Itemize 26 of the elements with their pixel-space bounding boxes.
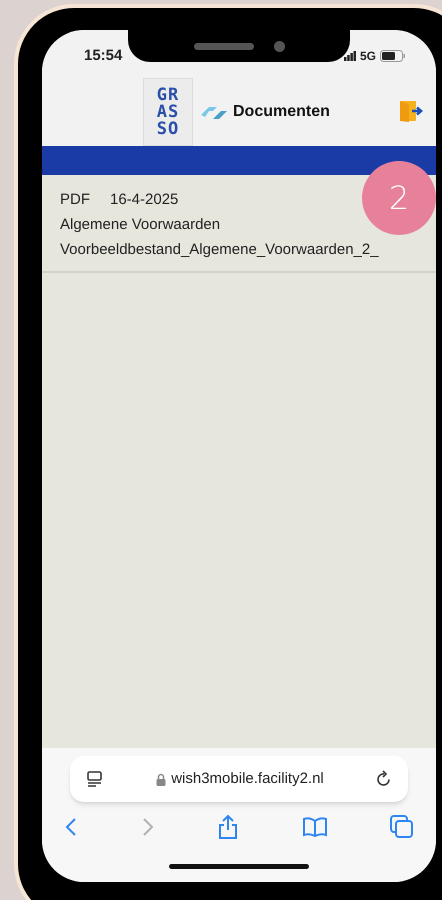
reload-icon[interactable] — [376, 770, 392, 788]
back-icon[interactable] — [64, 817, 78, 837]
lock-icon — [156, 772, 166, 786]
status-time: 15:54 — [84, 46, 122, 66]
speaker-grille — [194, 42, 254, 50]
step-number-badge: 2 — [362, 161, 436, 235]
forward-icon[interactable] — [140, 817, 154, 837]
logo-text: GR — [156, 86, 180, 104]
bookmarks-icon[interactable] — [302, 817, 328, 837]
logo-text: SO — [156, 120, 180, 138]
address-bar[interactable]: wish3mobile.facility2.nl — [70, 756, 408, 802]
share-icon[interactable] — [217, 814, 239, 840]
document-title: Algemene Voorwaarden — [60, 215, 220, 235]
exit-button[interactable] — [400, 100, 424, 122]
page-menu-icon[interactable] — [86, 771, 104, 787]
network-label: 5G — [360, 48, 376, 65]
signal-icon — [344, 51, 356, 61]
logo-text: AS — [156, 104, 180, 120]
exit-door-icon — [400, 100, 424, 122]
document-filename: Voorbeeldbestand_Algemene_Voorwaarden_2_ — [60, 240, 379, 260]
document-type: PDF — [60, 190, 90, 210]
url-text: wish3mobile.facility2.nl — [171, 768, 324, 789]
page-title: Documenten — [233, 102, 330, 122]
battery-icon — [380, 50, 406, 62]
tabs-icon[interactable] — [390, 815, 414, 839]
document-date: 16-4-2025 — [110, 190, 178, 210]
